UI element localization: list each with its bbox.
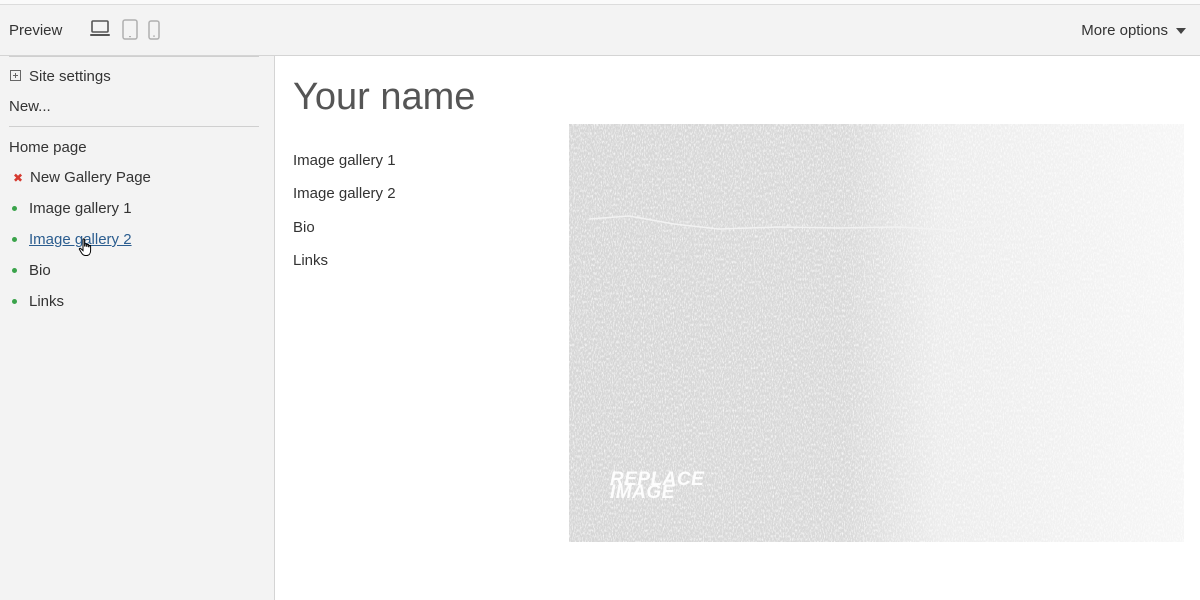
sidebar-item-new-gallery-page[interactable]: ✖ New Gallery Page xyxy=(13,169,151,186)
nav-link-image-gallery-1[interactable]: Image gallery 1 xyxy=(293,152,396,169)
sidebar-item-image-gallery-2[interactable]: Image gallery 2 xyxy=(12,231,132,248)
status-dot-icon xyxy=(12,237,17,242)
site-preview: Your name Image gallery 1 Image gallery … xyxy=(276,56,1200,600)
sidebar: Site settings New... Home page ✖ New Gal… xyxy=(0,56,275,600)
site-title[interactable]: Your name xyxy=(293,76,475,119)
error-x-icon: ✖ xyxy=(13,170,24,185)
sidebar-item-links[interactable]: Links xyxy=(12,293,64,310)
preview-toolbar: Preview More options xyxy=(0,5,1200,56)
nav-link-links[interactable]: Links xyxy=(293,252,328,269)
nav-link-bio[interactable]: Bio xyxy=(293,219,315,236)
replace-image-button[interactable]: REPLACE IMAGE xyxy=(610,470,704,502)
expand-plus-icon xyxy=(10,69,21,81)
status-dot-icon xyxy=(12,206,17,211)
sidebar-item-label: Bio xyxy=(29,262,51,279)
hero-image-placeholder[interactable]: REPLACE IMAGE xyxy=(569,124,1184,542)
more-options-label: More options xyxy=(1081,22,1168,39)
site-settings-toggle[interactable]: Site settings xyxy=(10,68,111,85)
phone-icon[interactable] xyxy=(148,19,160,41)
sidebar-item-image-gallery-1[interactable]: Image gallery 1 xyxy=(12,200,132,217)
sidebar-item-label: New Gallery Page xyxy=(30,169,151,186)
laptop-icon[interactable] xyxy=(89,19,111,39)
sidebar-item-label: Image gallery 1 xyxy=(29,200,132,217)
site-settings-label: Site settings xyxy=(29,68,111,85)
status-dot-icon xyxy=(12,268,17,273)
divider xyxy=(9,126,259,127)
nav-link-image-gallery-2[interactable]: Image gallery 2 xyxy=(293,185,396,202)
hand-pointer-cursor-icon xyxy=(78,238,94,263)
caret-down-icon xyxy=(1176,27,1186,34)
more-options-dropdown[interactable]: More options xyxy=(1081,22,1186,39)
sidebar-item-bio[interactable]: Bio xyxy=(12,262,51,279)
tablet-icon[interactable] xyxy=(122,19,138,41)
sidebar-item-label: Links xyxy=(29,293,65,310)
status-dot-icon xyxy=(12,299,17,304)
sidebar-item-home-page[interactable]: Home page xyxy=(9,139,87,156)
preview-label: Preview xyxy=(9,22,63,39)
new-page-link[interactable]: New... xyxy=(9,98,51,115)
divider xyxy=(9,56,259,57)
